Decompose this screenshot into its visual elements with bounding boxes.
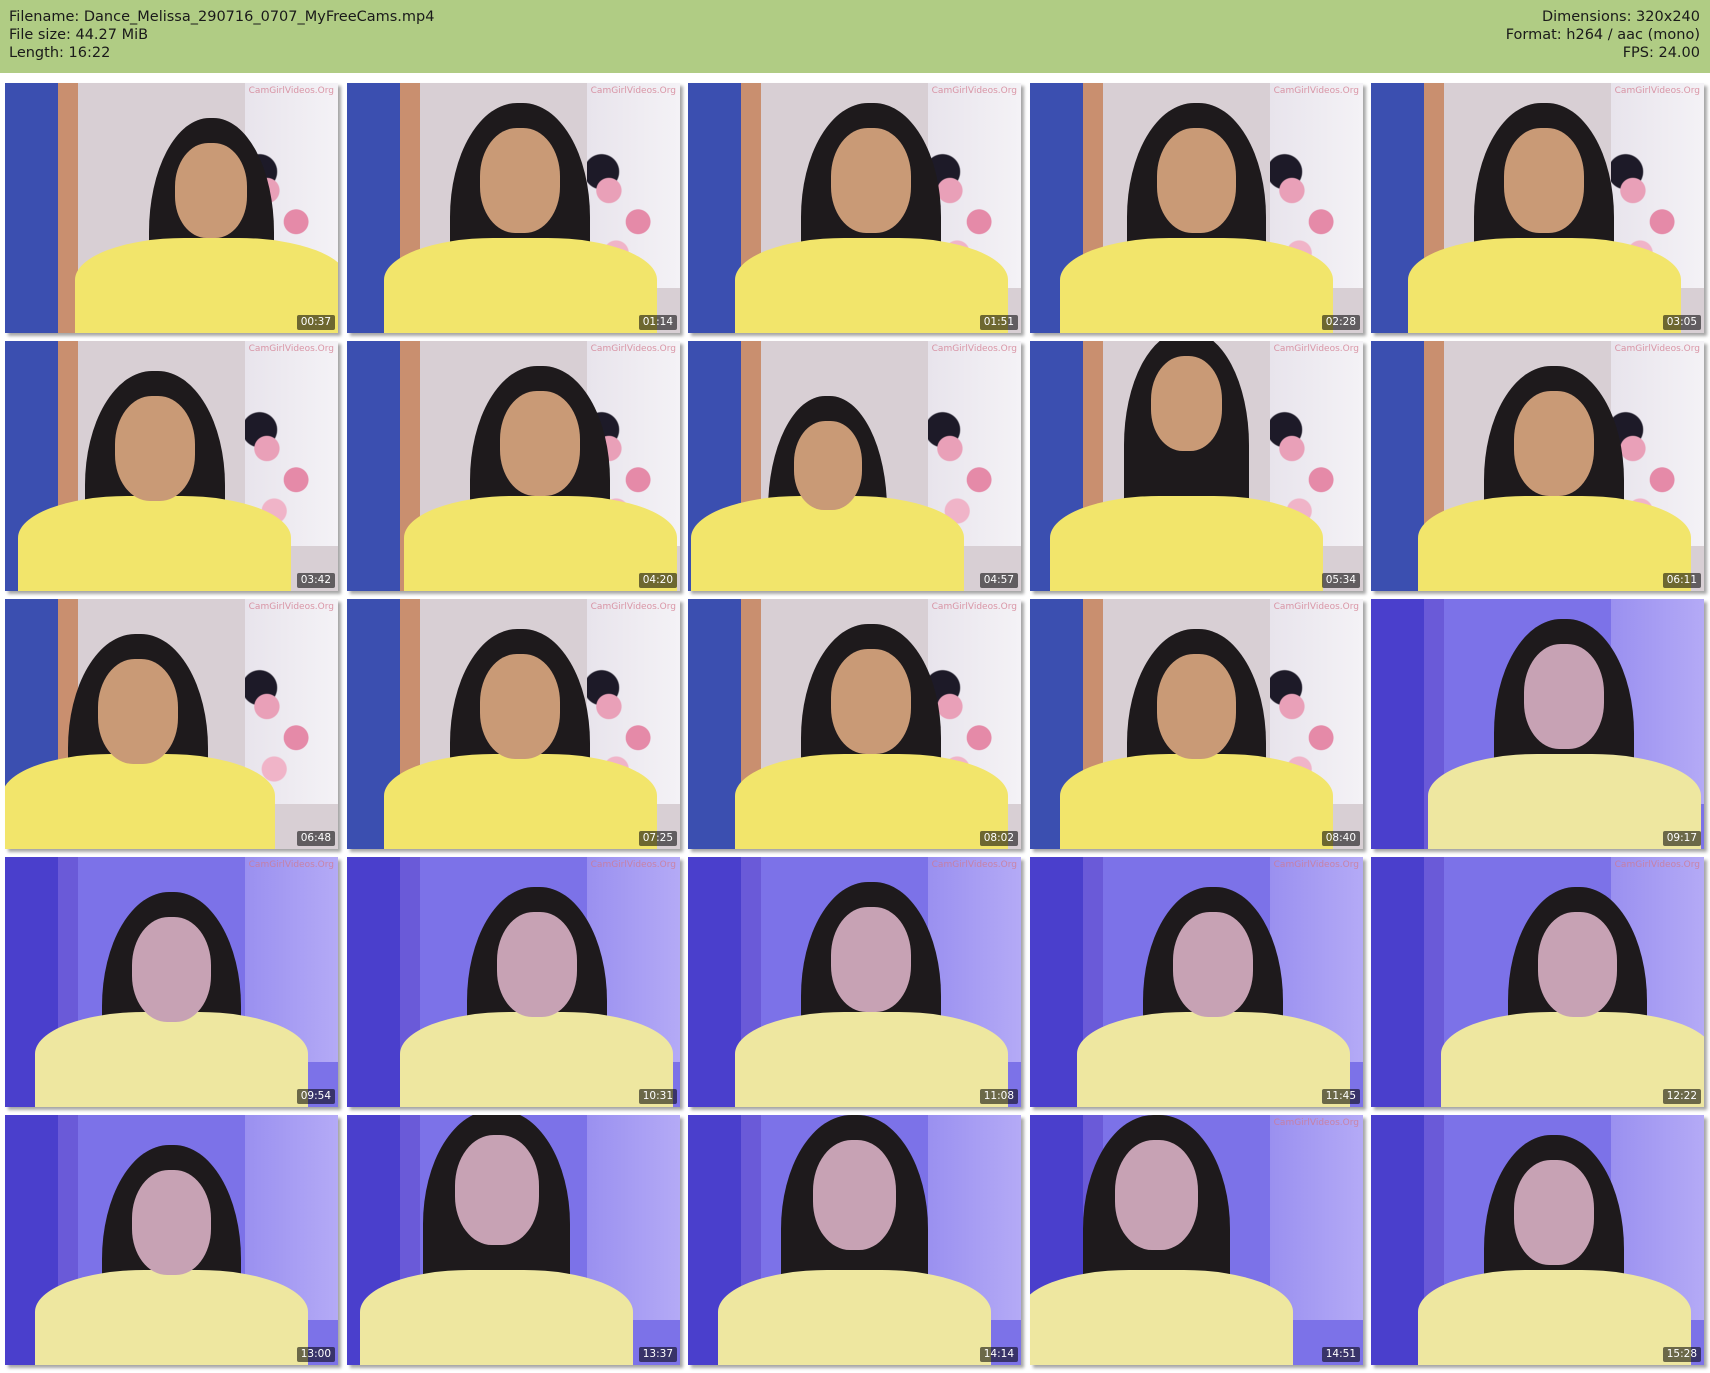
video-thumbnail[interactable]: CamGirlVideos.Org 04:57 [688, 341, 1021, 591]
timestamp-label: 14:14 [979, 1347, 1018, 1362]
timestamp-label: 00:37 [296, 315, 335, 330]
watermark-text: CamGirlVideos.Org [1273, 860, 1359, 870]
watermark-text: CamGirlVideos.Org [931, 344, 1017, 354]
video-thumbnail[interactable]: CamGirlVideos.Org 03:05 [1371, 83, 1704, 333]
timestamp-label: 06:11 [1662, 573, 1701, 588]
video-thumbnail[interactable]: CamGirlVideos.Org 08:40 [1030, 599, 1363, 849]
fps-label: FPS: 24.00 [1622, 45, 1700, 61]
timestamp-label: 08:02 [979, 831, 1018, 846]
timestamp-label: 01:14 [638, 315, 677, 330]
video-thumbnail[interactable]: 09:17 [1371, 599, 1704, 849]
watermark-text: CamGirlVideos.Org [248, 344, 334, 354]
file-info: Filename: Dance_Melissa_290716_0707_MyFr… [9, 8, 434, 62]
format-label: Format: h264 / aac (mono) [1505, 27, 1700, 43]
timestamp-label: 15:28 [1662, 1347, 1701, 1362]
video-thumbnail[interactable]: CamGirlVideos.Org 01:51 [688, 83, 1021, 333]
video-thumbnail[interactable]: 13:37 [347, 1115, 680, 1365]
video-thumbnail[interactable]: CamGirlVideos.Org 02:28 [1030, 83, 1363, 333]
timestamp-label: 03:05 [1662, 315, 1701, 330]
video-thumbnail[interactable]: CamGirlVideos.Org 09:54 [5, 857, 338, 1107]
video-thumbnail[interactable]: 15:28 [1371, 1115, 1704, 1365]
watermark-text: CamGirlVideos.Org [1614, 344, 1700, 354]
watermark-text: CamGirlVideos.Org [1273, 1118, 1359, 1128]
timestamp-label: 05:34 [1321, 573, 1360, 588]
timestamp-label: 13:00 [296, 1347, 335, 1362]
video-info: Dimensions: 320x240 Format: h264 / aac (… [1506, 8, 1700, 62]
video-thumbnail[interactable]: CamGirlVideos.Org 14:51 [1030, 1115, 1363, 1365]
timestamp-label: 08:40 [1321, 831, 1360, 846]
filename-label: Filename: Dance_Melissa_290716_0707_MyFr… [9, 9, 435, 25]
timestamp-label: 01:51 [979, 315, 1018, 330]
info-header: Filename: Dance_Melissa_290716_0707_MyFr… [0, 0, 1710, 73]
timestamp-label: 06:48 [296, 831, 335, 846]
watermark-text: CamGirlVideos.Org [931, 602, 1017, 612]
watermark-text: CamGirlVideos.Org [1273, 602, 1359, 612]
video-thumbnail[interactable]: CamGirlVideos.Org 05:34 [1030, 341, 1363, 591]
video-thumbnail[interactable]: CamGirlVideos.Org 11:08 [688, 857, 1021, 1107]
timestamp-label: 04:20 [638, 573, 677, 588]
watermark-text: CamGirlVideos.Org [248, 602, 334, 612]
timestamp-label: 07:25 [638, 831, 677, 846]
timestamp-label: 12:22 [1662, 1089, 1701, 1104]
watermark-text: CamGirlVideos.Org [248, 860, 334, 870]
watermark-text: CamGirlVideos.Org [1273, 344, 1359, 354]
timestamp-label: 13:37 [638, 1347, 677, 1362]
timestamp-label: 14:51 [1321, 1347, 1360, 1362]
timestamp-label: 03:42 [296, 573, 335, 588]
video-thumbnail[interactable]: CamGirlVideos.Org 10:31 [347, 857, 680, 1107]
watermark-text: CamGirlVideos.Org [590, 860, 676, 870]
timestamp-label: 09:17 [1662, 831, 1701, 846]
video-thumbnail[interactable]: 14:14 [688, 1115, 1021, 1365]
watermark-text: CamGirlVideos.Org [590, 86, 676, 96]
timestamp-label: 04:57 [979, 573, 1018, 588]
video-thumbnail[interactable]: CamGirlVideos.Org 00:37 [5, 83, 338, 333]
timestamp-label: 11:08 [979, 1089, 1018, 1104]
timestamp-label: 10:31 [638, 1089, 677, 1104]
watermark-text: CamGirlVideos.Org [248, 86, 334, 96]
watermark-text: CamGirlVideos.Org [1614, 86, 1700, 96]
watermark-text: CamGirlVideos.Org [931, 860, 1017, 870]
watermark-text: CamGirlVideos.Org [1273, 86, 1359, 96]
watermark-text: CamGirlVideos.Org [1614, 860, 1700, 870]
video-thumbnail[interactable]: CamGirlVideos.Org 11:45 [1030, 857, 1363, 1107]
video-thumbnail[interactable]: CamGirlVideos.Org 06:48 [5, 599, 338, 849]
video-thumbnail[interactable]: CamGirlVideos.Org 01:14 [347, 83, 680, 333]
video-thumbnail[interactable]: 13:00 [5, 1115, 338, 1365]
video-thumbnail[interactable]: CamGirlVideos.Org 06:11 [1371, 341, 1704, 591]
length-label: Length: 16:22 [9, 45, 111, 61]
watermark-text: CamGirlVideos.Org [590, 344, 676, 354]
video-thumbnail[interactable]: CamGirlVideos.Org 12:22 [1371, 857, 1704, 1107]
filesize-label: File size: 44.27 MiB [9, 27, 149, 43]
watermark-text: CamGirlVideos.Org [590, 602, 676, 612]
video-thumbnail[interactable]: CamGirlVideos.Org 08:02 [688, 599, 1021, 849]
video-thumbnail[interactable]: CamGirlVideos.Org 07:25 [347, 599, 680, 849]
watermark-text: CamGirlVideos.Org [931, 86, 1017, 96]
timestamp-label: 09:54 [296, 1089, 335, 1104]
timestamp-label: 11:45 [1321, 1089, 1360, 1104]
video-thumbnail[interactable]: CamGirlVideos.Org 03:42 [5, 341, 338, 591]
dimensions-label: Dimensions: 320x240 [1541, 9, 1700, 25]
timestamp-label: 02:28 [1321, 315, 1360, 330]
video-thumbnail[interactable]: CamGirlVideos.Org 04:20 [347, 341, 680, 591]
